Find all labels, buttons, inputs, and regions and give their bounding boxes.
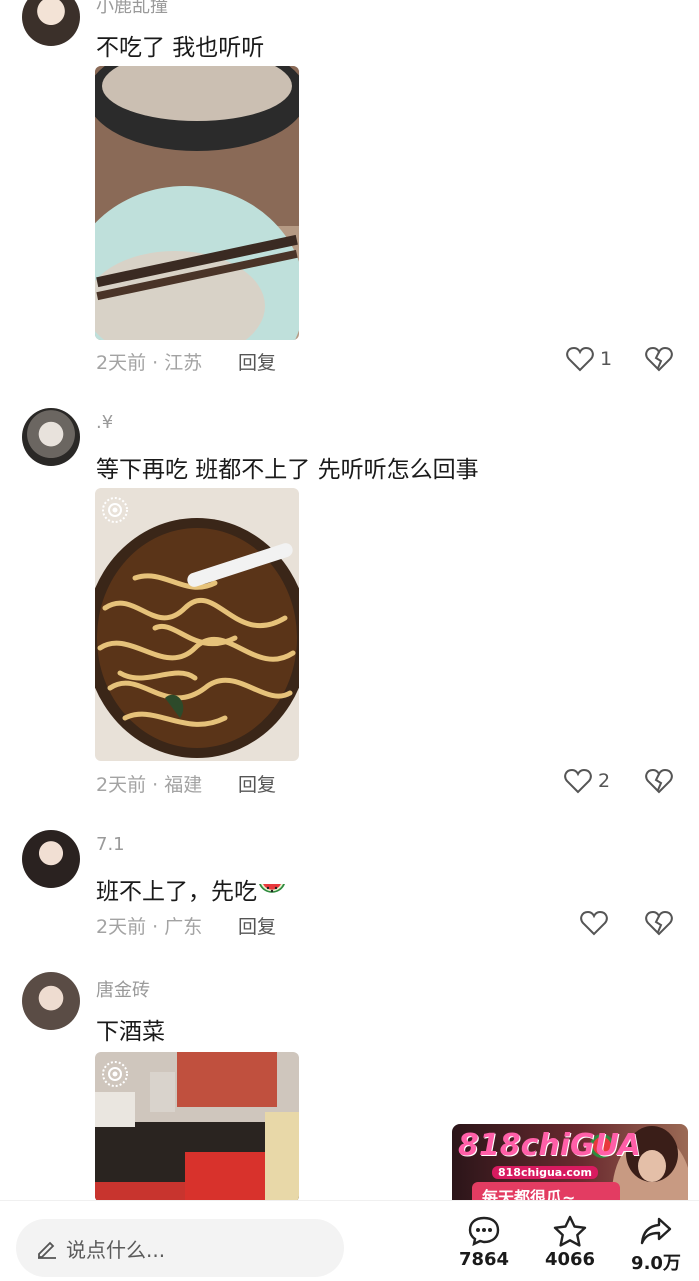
live-photo-icon: [102, 497, 128, 523]
dislike-button[interactable]: [645, 910, 673, 940]
watermelon-emoji-icon: [259, 884, 285, 893]
star-stat[interactable]: 4066: [540, 1215, 600, 1270]
hotpot-photo-image: [95, 66, 299, 340]
reply-button[interactable]: 回复: [238, 912, 276, 939]
comments-count: 7864: [458, 1249, 510, 1270]
username[interactable]: .¥: [96, 412, 113, 433]
avatar[interactable]: [22, 408, 80, 466]
like-count: 2: [598, 770, 611, 792]
username[interactable]: 7.1: [96, 834, 125, 855]
comment-input-placeholder: 说点什么...: [66, 1237, 166, 1262]
ad-site: 818chigua.com: [492, 1166, 598, 1179]
noodles-photo-image: [95, 488, 299, 761]
dislike-button[interactable]: [645, 768, 673, 798]
comment-photo[interactable]: [95, 1052, 299, 1202]
heart-icon: [580, 910, 608, 936]
reply-button[interactable]: 回复: [238, 348, 276, 375]
avatar[interactable]: [22, 972, 80, 1030]
username[interactable]: 唐金砖: [96, 976, 150, 1002]
star-icon: [553, 1215, 587, 1247]
comment-bubble-icon: [468, 1216, 500, 1247]
share-stat[interactable]: 9.0万: [626, 1215, 686, 1275]
comment-photo[interactable]: [95, 488, 299, 761]
ad-logo: 818chiGUA: [458, 1128, 641, 1163]
broken-heart-icon: [645, 346, 673, 372]
comment-text: 下酒菜: [96, 1019, 165, 1045]
comment-meta: 2天前 · 江苏: [96, 352, 203, 374]
heart-icon: [566, 346, 594, 372]
reply-button[interactable]: 回复: [238, 770, 276, 797]
comments-stat[interactable]: 7864: [454, 1215, 514, 1270]
comment-photo[interactable]: [95, 66, 299, 340]
comment-text: 班不上了，先吃: [96, 872, 287, 906]
broken-heart-icon: [645, 768, 673, 794]
stars-count: 4066: [544, 1249, 596, 1270]
comment-input[interactable]: 说点什么...: [16, 1219, 344, 1277]
like-button[interactable]: 2: [564, 768, 610, 794]
live-photo-icon: [102, 1061, 128, 1087]
shares-count: 9.0万: [631, 1253, 681, 1274]
dislike-button[interactable]: [645, 346, 673, 376]
username[interactable]: 小鹿乱撞: [96, 0, 168, 18]
comment-text: 等下再吃 班都不上了 先听听怎么回事: [96, 457, 479, 483]
comment-meta: 2天前 · 福建: [96, 774, 203, 796]
comment-text-content: 班不上了，先吃: [96, 879, 257, 905]
pencil-icon: [38, 1241, 56, 1259]
avatar[interactable]: [22, 0, 80, 46]
like-button[interactable]: [580, 910, 614, 936]
broken-heart-icon: [645, 910, 673, 936]
share-arrow-icon: [640, 1217, 672, 1245]
comment-meta: 2天前 · 广东: [96, 916, 203, 938]
bottom-bar: 说点什么... 7864 4066 9.0万: [0, 1200, 699, 1281]
avatar[interactable]: [22, 830, 80, 888]
comment-text: 不吃了 我也听听: [96, 35, 265, 61]
heart-icon: [564, 768, 592, 794]
like-button[interactable]: 1: [566, 346, 612, 372]
like-count: 1: [600, 348, 613, 370]
